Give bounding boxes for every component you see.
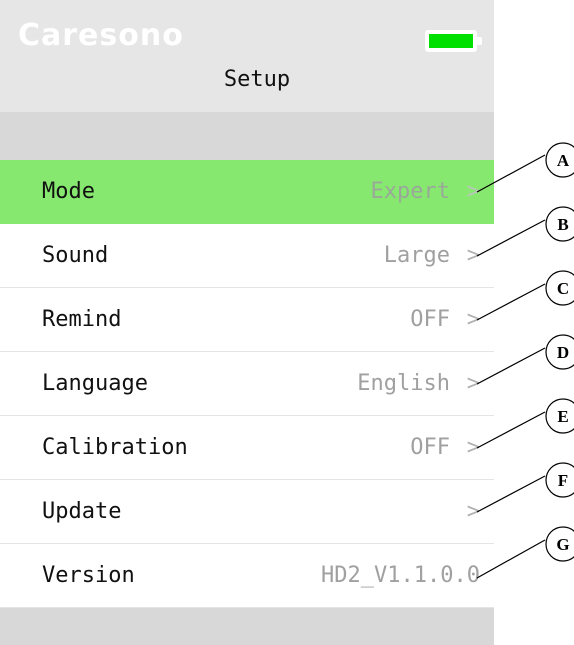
chevron-right-icon: > [466,499,480,524]
menu-item-calibration[interactable]: Calibration OFF > [0,416,494,480]
menu-item-sound[interactable]: Sound Large > [0,224,494,288]
menu-item-remind[interactable]: Remind OFF > [0,288,494,352]
brand-logo: Caresono [18,18,184,53]
battery-icon [425,30,482,52]
battery-tip [477,37,482,45]
chevron-right-icon: > [466,371,480,396]
menu-item-version: Version HD2_V1.1.0.0 [0,544,494,608]
menu-item-value: OFF [410,435,450,460]
menu-item-language[interactable]: Language English > [0,352,494,416]
page-title: Setup [223,67,291,92]
battery-level [429,34,473,48]
callout-label: B [557,215,568,234]
setup-menu: Mode Expert > Sound Large > Remind OFF >… [0,160,494,608]
menu-item-value: English [357,371,450,396]
menu-item-label: Update [42,499,122,524]
header: Caresono Setup [0,0,494,112]
callout-label: C [557,279,569,298]
menu-item-label: Remind [42,307,122,332]
menu-item-label: Version [42,563,135,588]
version-value: HD2_V1.1.0.0 [321,563,480,588]
chevron-right-icon: > [466,243,480,268]
menu-item-label: Language [42,371,148,396]
menu-item-label: Mode [42,179,95,204]
callout-label: E [557,407,568,426]
menu-item-update[interactable]: Update > [0,480,494,544]
chevron-right-icon: > [466,435,480,460]
chevron-right-icon: > [466,307,480,332]
callout-label: G [556,535,569,554]
menu-item-value: OFF [410,307,450,332]
menu-item-value: Large [383,243,450,268]
menu-item-mode[interactable]: Mode Expert > [0,160,494,224]
top-divider-band [0,112,494,160]
callout-label: A [557,151,570,170]
menu-item-label: Calibration [42,435,188,460]
menu-item-label: Sound [42,243,109,268]
chevron-right-icon: > [466,179,480,204]
bottom-band [0,608,494,645]
callout-label: F [558,471,568,490]
callout-label: D [557,343,569,362]
menu-item-value: Expert [370,179,450,204]
device-screen: Caresono Setup Mode Expert > Sound Large… [0,0,494,645]
